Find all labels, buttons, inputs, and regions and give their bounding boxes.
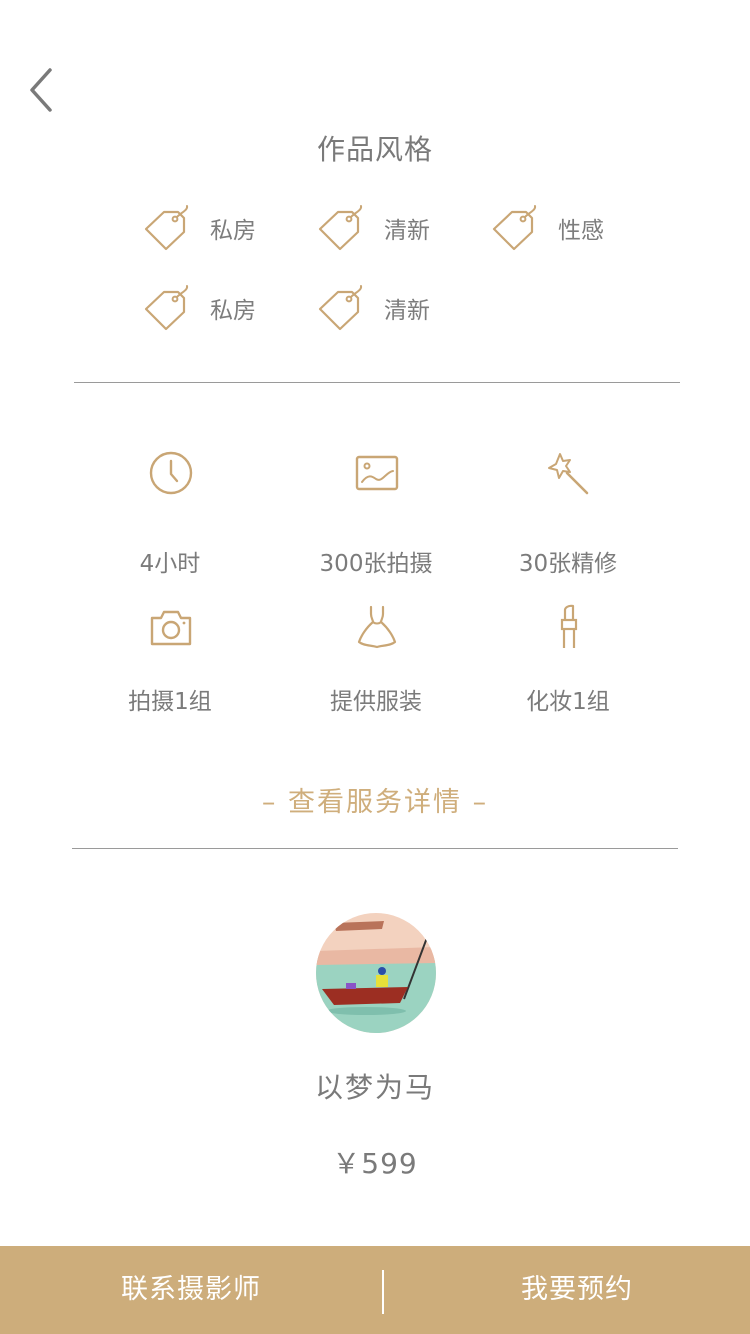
style-tag[interactable]: 性感 bbox=[490, 203, 604, 253]
style-tag-label: 性感 bbox=[558, 218, 604, 244]
feature-makeup: 化妆1组 bbox=[468, 604, 668, 715]
feature-duration: 4小时 bbox=[70, 450, 270, 580]
price: ￥599 bbox=[332, 1147, 418, 1180]
feature-label: 提供服装 bbox=[330, 689, 422, 715]
tag-icon bbox=[492, 205, 537, 251]
style-tag-label: 清新 bbox=[384, 298, 430, 324]
style-tag[interactable]: 私房 bbox=[142, 203, 256, 253]
photographer-name: 以梦为马 bbox=[314, 1071, 435, 1104]
bottom-action-bar: 联系摄影师 我要预约 bbox=[0, 1246, 750, 1334]
tag-icon bbox=[318, 285, 363, 331]
style-tag-label: 清新 bbox=[384, 218, 430, 244]
camera-icon bbox=[150, 610, 192, 646]
feature-label: 化妆1组 bbox=[526, 689, 610, 715]
feature-sessions: 拍摄1组 bbox=[70, 604, 270, 715]
back-button[interactable] bbox=[22, 64, 62, 116]
dress-icon bbox=[357, 605, 397, 649]
lipstick-icon bbox=[560, 604, 578, 648]
magic-wand-icon bbox=[548, 453, 589, 495]
contact-photographer-button[interactable]: 联系摄影师 bbox=[0, 1246, 382, 1334]
feature-label: 300张拍摄 bbox=[319, 551, 433, 577]
feature-retouch: 30张精修 bbox=[468, 450, 668, 580]
style-tag[interactable]: 清新 bbox=[316, 283, 430, 333]
section-title-styles: 作品风格 bbox=[316, 133, 433, 166]
view-service-details-link[interactable]: – 查看服务详情 – bbox=[0, 780, 750, 819]
tag-icon bbox=[318, 205, 363, 251]
clock-icon bbox=[149, 451, 193, 495]
feature-label: 拍摄1组 bbox=[128, 689, 212, 715]
feature-label: 4小时 bbox=[139, 551, 201, 577]
feature-shots: 300张拍摄 bbox=[276, 450, 476, 580]
tag-icon bbox=[144, 285, 189, 331]
divider bbox=[74, 382, 680, 383]
divider bbox=[72, 848, 678, 849]
picture-icon bbox=[355, 455, 399, 491]
feature-costume: 提供服装 bbox=[276, 604, 476, 715]
style-tag[interactable]: 清新 bbox=[316, 203, 430, 253]
style-tag-label: 私房 bbox=[210, 298, 256, 324]
tag-icon bbox=[144, 205, 189, 251]
feature-label: 30张精修 bbox=[518, 551, 618, 577]
book-button[interactable]: 我要预约 bbox=[384, 1246, 750, 1334]
avatar[interactable] bbox=[316, 913, 436, 1033]
chevron-left-icon bbox=[30, 68, 52, 112]
style-tag-label: 私房 bbox=[210, 218, 256, 244]
style-tag[interactable]: 私房 bbox=[142, 283, 256, 333]
avatar-image bbox=[316, 913, 436, 1033]
